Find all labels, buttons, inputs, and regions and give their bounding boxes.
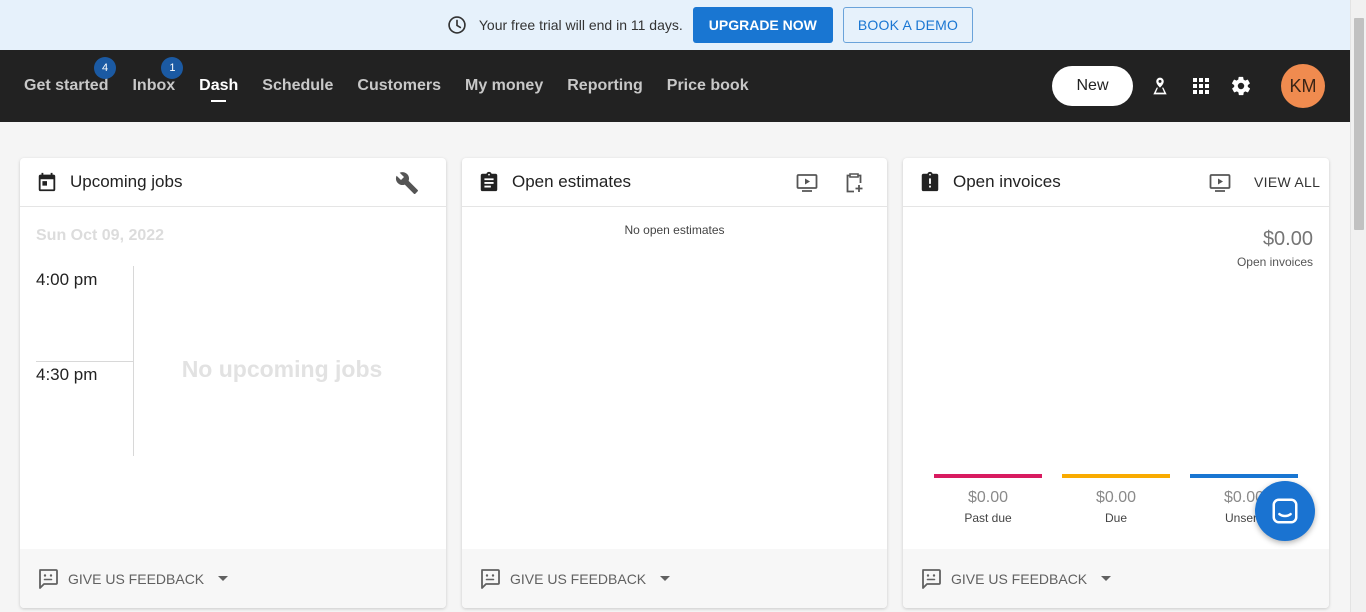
video-play-icon[interactable] <box>795 171 819 195</box>
nav-dash-label: Dash <box>199 77 239 94</box>
past-due-amount: $0.00 <box>967 489 1009 506</box>
feedback-icon <box>481 568 500 589</box>
chat-launcher-button[interactable] <box>1255 481 1315 541</box>
inbox-badge: 1 <box>161 57 184 79</box>
no-open-estimates-message: No open estimates <box>624 223 725 237</box>
time-slot-label: 4:30 pm <box>36 365 98 384</box>
clock-icon <box>448 16 466 34</box>
video-play-icon[interactable] <box>1208 171 1232 195</box>
new-button[interactable]: New <box>1052 66 1133 106</box>
view-all-link[interactable]: VIEW ALL <box>1254 174 1320 190</box>
feedback-icon <box>922 568 941 589</box>
nav-schedule-label: Schedule <box>262 77 334 94</box>
open-estimates-title: Open estimates <box>512 172 632 191</box>
due-amount: $0.00 <box>1095 489 1137 506</box>
apps-grid-icon[interactable] <box>1191 76 1211 96</box>
open-invoices-card: Open invoices VIEW ALL $0.00 Open invoic… <box>903 158 1329 608</box>
invoice-summary-past-due[interactable]: $0.00 Past due <box>934 474 1042 525</box>
feedback-footer[interactable]: GIVE US FEEDBACK <box>903 549 1329 608</box>
open-invoices-header: Open invoices VIEW ALL <box>903 158 1329 207</box>
give-feedback-label[interactable]: GIVE US FEEDBACK <box>68 571 204 587</box>
feedback-footer[interactable]: GIVE US FEEDBACK <box>462 549 887 608</box>
due-bar <box>1062 474 1170 478</box>
chevron-down-icon[interactable] <box>660 576 671 581</box>
user-avatar[interactable]: KM <box>1281 64 1325 108</box>
nav-customers[interactable]: Customers <box>357 69 441 103</box>
nav-reporting[interactable]: Reporting <box>567 69 643 103</box>
give-feedback-label[interactable]: GIVE US FEEDBACK <box>951 571 1087 587</box>
add-estimate-icon[interactable] <box>842 171 866 195</box>
map-pin-icon[interactable] <box>1150 76 1170 96</box>
book-demo-button[interactable]: BOOK A DEMO <box>842 7 974 43</box>
upgrade-now-button[interactable]: UPGRADE NOW <box>692 7 833 43</box>
nav-inbox-label: Inbox <box>132 77 176 94</box>
unsent-bar <box>1190 474 1298 478</box>
open-invoices-title: Open invoices <box>953 172 1061 191</box>
nav-get-started-label: Get started <box>24 77 109 94</box>
trial-message: Your free trial will end in 11 days. <box>478 17 683 33</box>
no-upcoming-jobs-message: No upcoming jobs <box>181 356 383 382</box>
open-estimates-header: Open estimates <box>462 158 887 207</box>
nav-my-money-label: My money <box>464 77 544 94</box>
alert-clipboard-icon <box>921 171 939 192</box>
upcoming-jobs-card: Upcoming jobs Sun Oct 09, 2022 4:00 pm 4… <box>20 158 446 608</box>
upcoming-jobs-title: Upcoming jobs <box>70 172 183 191</box>
nav-inbox[interactable]: Inbox 1 <box>132 57 184 103</box>
past-due-label: Past due <box>964 511 1012 525</box>
open-invoices-total-label: Open invoices <box>1236 255 1313 269</box>
gear-icon[interactable] <box>1230 75 1252 97</box>
time-slot-label: 4:00 pm <box>36 270 98 289</box>
give-feedback-label[interactable]: GIVE US FEEDBACK <box>510 571 646 587</box>
due-label: Due <box>1104 511 1127 525</box>
upcoming-jobs-header: Upcoming jobs <box>20 158 446 207</box>
nav-my-money[interactable]: My money <box>465 69 543 103</box>
trial-banner: Your free trial will end in 11 days. UPG… <box>0 0 1350 50</box>
open-invoices-total: $0.00 <box>1262 228 1313 250</box>
get-started-badge: 4 <box>94 57 116 79</box>
feedback-footer[interactable]: GIVE US FEEDBACK <box>20 549 446 608</box>
nav-reporting-label: Reporting <box>567 77 643 94</box>
open-estimates-card: Open estimates No open estimates GIVE US… <box>462 158 887 608</box>
chevron-down-icon[interactable] <box>1101 576 1112 581</box>
chevron-down-icon[interactable] <box>218 576 229 581</box>
main-nav: Get started 4 Inbox 1 Dash Schedule Cust… <box>0 50 1350 122</box>
nav-customers-label: Customers <box>357 77 441 94</box>
nav-price-book[interactable]: Price book <box>667 69 749 103</box>
time-divider <box>36 361 133 362</box>
nav-price-book-label: Price book <box>666 77 749 94</box>
feedback-icon <box>39 568 58 589</box>
past-due-bar <box>934 474 1042 478</box>
clipboard-icon <box>480 171 498 192</box>
scrollbar-thumb[interactable] <box>1354 18 1364 230</box>
nav-dash[interactable]: Dash <box>199 69 238 103</box>
schedule-date: Sun Oct 09, 2022 <box>36 227 165 244</box>
calendar-icon <box>38 172 56 192</box>
invoice-summary-due[interactable]: $0.00 Due <box>1062 474 1170 525</box>
wrench-icon[interactable] <box>395 171 419 195</box>
nav-get-started[interactable]: Get started 4 <box>24 57 116 103</box>
page-scrollbar[interactable] <box>1350 0 1366 612</box>
nav-schedule[interactable]: Schedule <box>262 69 333 103</box>
chat-icon <box>1272 498 1298 524</box>
